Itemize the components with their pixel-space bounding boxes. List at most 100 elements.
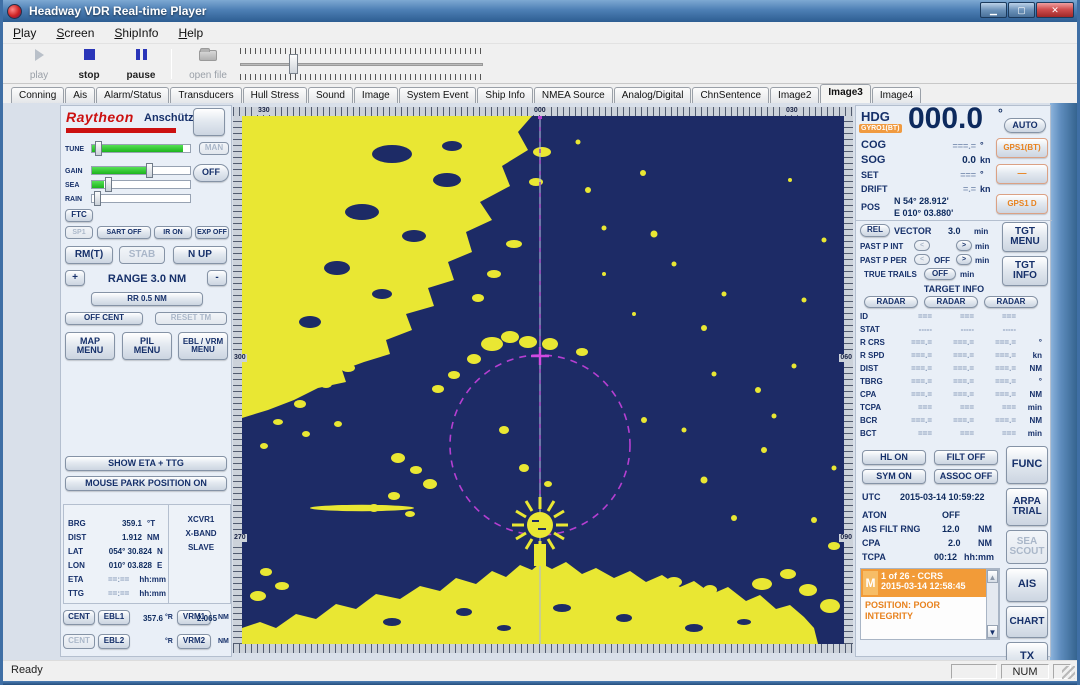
radar-source-button-2[interactable]: RADAR — [924, 296, 978, 308]
rel-vector-button[interactable]: REL — [860, 224, 890, 237]
tab-ais[interactable]: Ais — [65, 87, 95, 103]
tab-sound[interactable]: Sound — [308, 87, 353, 103]
tab-hull-stress[interactable]: Hull Stress — [243, 87, 307, 103]
title-bar[interactable]: Headway VDR Real-time Player ▁ ▢ ✕ — [0, 0, 1080, 22]
tune-slider[interactable] — [91, 144, 191, 153]
tab-ship-info[interactable]: Ship Info — [477, 87, 532, 103]
sea-off-button[interactable]: OFF — [193, 164, 229, 182]
gain-slider[interactable] — [91, 166, 191, 175]
menu-help[interactable]: Help — [168, 23, 213, 43]
map-menu-button[interactable]: MAPMENU — [65, 332, 115, 360]
tune-thumb[interactable] — [95, 141, 102, 156]
ebl1-cent-button[interactable]: CENT — [63, 610, 95, 625]
hl-on-button[interactable]: HL ON — [862, 450, 926, 465]
mouse-park-button[interactable]: MOUSE PARK POSITION ON — [65, 476, 227, 491]
exp-off-button[interactable]: EXP OFF — [195, 226, 229, 239]
rain-slider[interactable] — [91, 194, 191, 203]
stop-button[interactable]: stop — [67, 47, 111, 81]
true-trails-off-button[interactable]: OFF — [924, 268, 956, 280]
sym-on-button[interactable]: SYM ON — [862, 469, 926, 484]
past-int-dec-button[interactable]: < — [914, 240, 930, 251]
maximize-button[interactable]: ▢ — [1008, 2, 1035, 18]
alarm-scrollbar[interactable]: ▲ ▼ — [986, 569, 999, 639]
reset-tm-button[interactable]: RESET TM — [155, 312, 227, 325]
rain-thumb[interactable] — [94, 191, 101, 206]
ftc-button[interactable]: FTC — [65, 209, 93, 222]
range-minus-button[interactable]: - — [207, 270, 227, 286]
ir-on-button[interactable]: IR ON — [154, 226, 192, 239]
scroll-down-icon[interactable]: ▼ — [987, 625, 998, 638]
tab-nmea-source[interactable]: NMEA Source — [534, 87, 613, 103]
pil-menu-button[interactable]: PILMENU — [122, 332, 172, 360]
vector-unit: min — [974, 227, 988, 236]
sea-thumb[interactable] — [105, 177, 112, 192]
sea-scout-button[interactable]: SEASCOUT — [1006, 530, 1048, 564]
tab-image3-selected[interactable]: Image3 — [820, 84, 870, 103]
tab-transducers[interactable]: Transducers — [170, 87, 241, 103]
tab-image4[interactable]: Image4 — [872, 87, 921, 103]
interswitch-button[interactable] — [193, 108, 225, 136]
arpa-trial-button[interactable]: ARPATRIAL — [1006, 488, 1048, 526]
slider-track[interactable] — [240, 63, 483, 66]
menu-shipinfo[interactable]: ShipInfo — [104, 23, 168, 43]
gain-thumb[interactable] — [146, 163, 153, 178]
sart-off-button[interactable]: SART OFF — [97, 226, 151, 239]
radar-source-button-3[interactable]: RADAR — [984, 296, 1038, 308]
cog-unit: ° — [980, 140, 984, 150]
playback-slider[interactable] — [240, 48, 483, 80]
filt-off-button[interactable]: FILT OFF — [934, 450, 998, 465]
ais-button[interactable]: AIS — [1006, 568, 1048, 602]
ebl2-button[interactable]: EBL2 — [98, 634, 130, 649]
menu-play[interactable]: Play — [3, 23, 46, 43]
play-button[interactable]: play — [19, 47, 59, 81]
show-eta-ttg-button[interactable]: SHOW ETA + TTG — [65, 456, 227, 471]
man-button[interactable]: MAN — [199, 142, 229, 155]
radar-source-button-1[interactable]: RADAR — [864, 296, 918, 308]
hdg-auto-button[interactable]: AUTO — [1004, 118, 1046, 133]
menu-screen[interactable]: Screen — [46, 23, 104, 43]
off-cent-button[interactable]: OFF CENT — [65, 312, 143, 325]
rm-t-button[interactable]: RM(T) — [65, 246, 113, 264]
minimize-button[interactable]: ▁ — [980, 2, 1007, 18]
tgt-menu-button[interactable]: TGTMENU — [1002, 222, 1048, 252]
tab-image[interactable]: Image — [354, 87, 398, 103]
stab-button[interactable]: STAB — [119, 246, 165, 264]
assoc-off-button[interactable]: ASSOC OFF — [934, 469, 998, 484]
ebl1-button[interactable]: EBL1 — [98, 610, 130, 625]
scroll-up-icon[interactable]: ▲ — [987, 570, 998, 583]
tab-chnsentence[interactable]: ChnSentence — [692, 87, 769, 103]
pause-button[interactable]: pause — [117, 47, 165, 81]
ebl-vrm-menu-button[interactable]: EBL / VRMMENU — [178, 332, 228, 360]
open-file-button[interactable]: open file — [181, 47, 235, 81]
sea-slider[interactable] — [91, 180, 191, 189]
close-button[interactable]: ✕ — [1036, 2, 1074, 18]
tgt-info-button[interactable]: TGTINFO — [1002, 256, 1048, 286]
resize-grip[interactable] — [1062, 666, 1075, 679]
slider-thumb[interactable] — [289, 54, 298, 74]
func-button[interactable]: FUNC — [1006, 446, 1048, 484]
range-plus-button[interactable]: + — [65, 270, 85, 286]
gps1-bt-button[interactable]: GPS1(BT) — [996, 138, 1048, 158]
tab-image2[interactable]: Image2 — [770, 87, 819, 103]
chart-button[interactable]: CHART — [1006, 606, 1048, 638]
sp-button[interactable]: SP1 — [65, 226, 93, 239]
radar-display[interactable]: 330 000 030 300 270 060 090 — [233, 107, 853, 653]
bearing-300: 300 — [233, 354, 247, 362]
ebl2-cent-button[interactable]: CENT — [63, 634, 95, 649]
tab-conning[interactable]: Conning — [11, 87, 64, 103]
alarm-selected-row[interactable]: M 1 of 26 - CCRS 2015-03-14 12:58:45 — [861, 569, 999, 597]
alarm-list[interactable]: M 1 of 26 - CCRS 2015-03-14 12:58:45 POS… — [860, 568, 1000, 640]
past-per-inc-button[interactable]: > — [956, 254, 972, 265]
tab-system-event[interactable]: System Event — [399, 87, 477, 103]
cpa-value: 2.0 — [948, 538, 961, 548]
gps1d-button[interactable]: GPS1 D — [996, 194, 1048, 214]
n-up-button[interactable]: N UP — [173, 246, 227, 264]
tab-alarm-status[interactable]: Alarm/Status — [96, 87, 169, 103]
past-per-dec-button[interactable]: < — [914, 254, 930, 265]
vrm2-button[interactable]: VRM2 — [177, 634, 211, 649]
set-drift-source-button[interactable]: — — [996, 164, 1048, 184]
play-icon — [35, 49, 44, 61]
range-rings-button[interactable]: RR 0.5 NM — [91, 292, 203, 306]
past-int-inc-button[interactable]: > — [956, 240, 972, 251]
tab-analog-digital[interactable]: Analog/Digital — [614, 87, 692, 103]
